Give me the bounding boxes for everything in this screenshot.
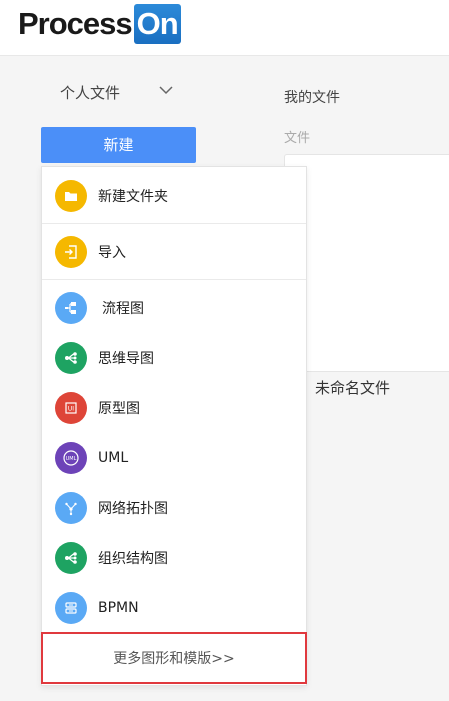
file-thumbnail-card[interactable] [284, 154, 449, 372]
menu-item-uml[interactable]: UML UML [42, 433, 306, 483]
svg-text:UML: UML [66, 456, 77, 462]
menu-item-label: 新建文件夹 [98, 189, 168, 205]
menu-item-label: 导入 [98, 245, 126, 261]
menu-item-label: BPMN [98, 600, 139, 616]
logo-text-on: On [133, 4, 181, 44]
menu-item-bpmn[interactable]: BPMN [42, 583, 306, 633]
menu-item-label: UML [98, 450, 129, 466]
logo-text-process: Process [18, 6, 133, 41]
menu-item-new-folder[interactable]: 新建文件夹 [42, 171, 306, 221]
mindmap-icon [55, 342, 87, 374]
new-button[interactable]: 新建 [41, 127, 196, 163]
org-chart-icon [55, 542, 87, 574]
processon-logo[interactable]: Process On [18, 3, 181, 45]
menu-item-prototype[interactable]: UI 原型图 [42, 383, 306, 433]
chevron-down-icon[interactable] [158, 82, 174, 98]
menu-item-import[interactable]: 导入 [42, 227, 306, 277]
top-bar: Process On [0, 0, 449, 56]
flowchart-icon [55, 292, 87, 324]
network-topology-icon [55, 492, 87, 524]
uml-icon: UML [55, 442, 87, 474]
menu-item-label: 组织结构图 [98, 551, 168, 567]
menu-divider [42, 223, 306, 224]
bpmn-icon [55, 592, 87, 624]
prototype-ui-icon: UI [55, 392, 87, 424]
svg-text:UI: UI [68, 406, 74, 413]
files-section-label: 文件 [284, 131, 311, 146]
new-menu-dropdown: 新建文件夹 导入 流程图 思维导图 UI 原型图 UML UML 网络拓扑图 组… [41, 166, 307, 686]
menu-item-label: 流程图 [102, 301, 144, 317]
menu-item-org-chart[interactable]: 组织结构图 [42, 533, 306, 583]
more-shapes-templates-link[interactable]: 更多图形和模版>> [41, 632, 307, 684]
menu-item-label: 网络拓扑图 [98, 501, 168, 517]
breadcrumb-my-files[interactable]: 我的文件 [284, 87, 340, 107]
menu-item-mindmap[interactable]: 思维导图 [42, 333, 306, 383]
menu-item-label: 原型图 [98, 401, 140, 417]
menu-divider [42, 279, 306, 280]
import-icon [55, 236, 87, 268]
menu-item-label: 思维导图 [98, 351, 154, 367]
personal-files-label[interactable]: 个人文件 [60, 82, 120, 103]
menu-item-network-topology[interactable]: 网络拓扑图 [42, 483, 306, 533]
file-name-label[interactable]: 未命名文件 [315, 377, 390, 398]
menu-item-flowchart[interactable]: 流程图 [42, 283, 306, 333]
folder-icon [55, 180, 87, 212]
